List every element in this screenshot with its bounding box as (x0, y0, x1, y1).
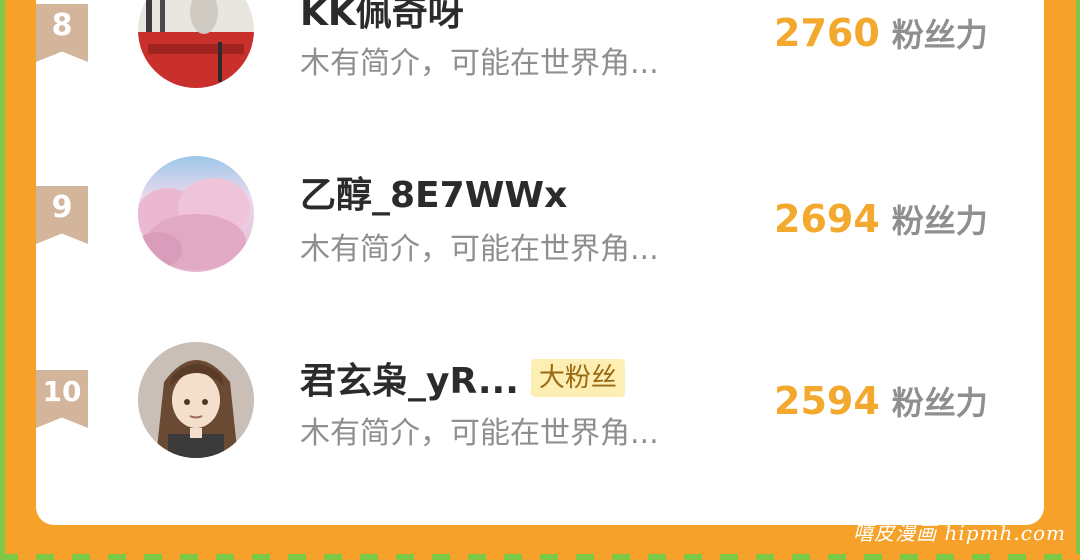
user-bio: 木有简介，可能在世界角... (300, 416, 659, 451)
user-bio: 木有简介，可能在世界角... (300, 232, 659, 267)
right-edge-stripe (1076, 0, 1080, 560)
fan-score: 2594 粉丝力 (774, 378, 988, 424)
rank-number: 10 (42, 375, 82, 408)
rank-number: 9 (51, 190, 73, 225)
username[interactable]: KK佩奇呀 (300, 0, 464, 36)
left-edge-stripe (0, 0, 5, 560)
site-watermark: 嘻皮漫画 hipmh.com (853, 521, 1066, 545)
fan-score: 2760 粉丝力 (774, 10, 988, 56)
user-bio: 木有简介，可能在世界角... (300, 46, 659, 81)
fan-score-value: 2694 (774, 197, 880, 241)
fan-score-unit: 粉丝力 (891, 202, 988, 240)
username-line: 君玄枭_yR... 大粉丝 (300, 354, 625, 402)
fan-score: 2694 粉丝力 (774, 196, 988, 242)
fan-ranking-page: 8 KK佩奇呀 木有简介，可能在世界角... 2760 粉丝力 9 乙醇_8E7… (0, 0, 1080, 560)
bottom-edge-stripe (0, 554, 1080, 560)
anime-character-avatar-icon[interactable] (138, 342, 254, 458)
fan-score-value: 2760 (774, 11, 880, 55)
username[interactable]: 君玄枭_yR... (300, 352, 519, 404)
big-fan-badge: 大粉丝 (530, 359, 625, 397)
username-line: KK佩奇呀 (300, 0, 464, 34)
username[interactable]: 乙醇_8E7WWx (300, 166, 567, 218)
fan-score-unit: 粉丝力 (891, 384, 988, 422)
cherry-blossom-avatar-icon[interactable] (138, 156, 254, 272)
fan-score-value: 2594 (774, 379, 880, 423)
fan-score-unit: 粉丝力 (891, 16, 988, 54)
rank-number: 8 (51, 8, 73, 43)
username-line: 乙醇_8E7WWx (300, 168, 567, 216)
